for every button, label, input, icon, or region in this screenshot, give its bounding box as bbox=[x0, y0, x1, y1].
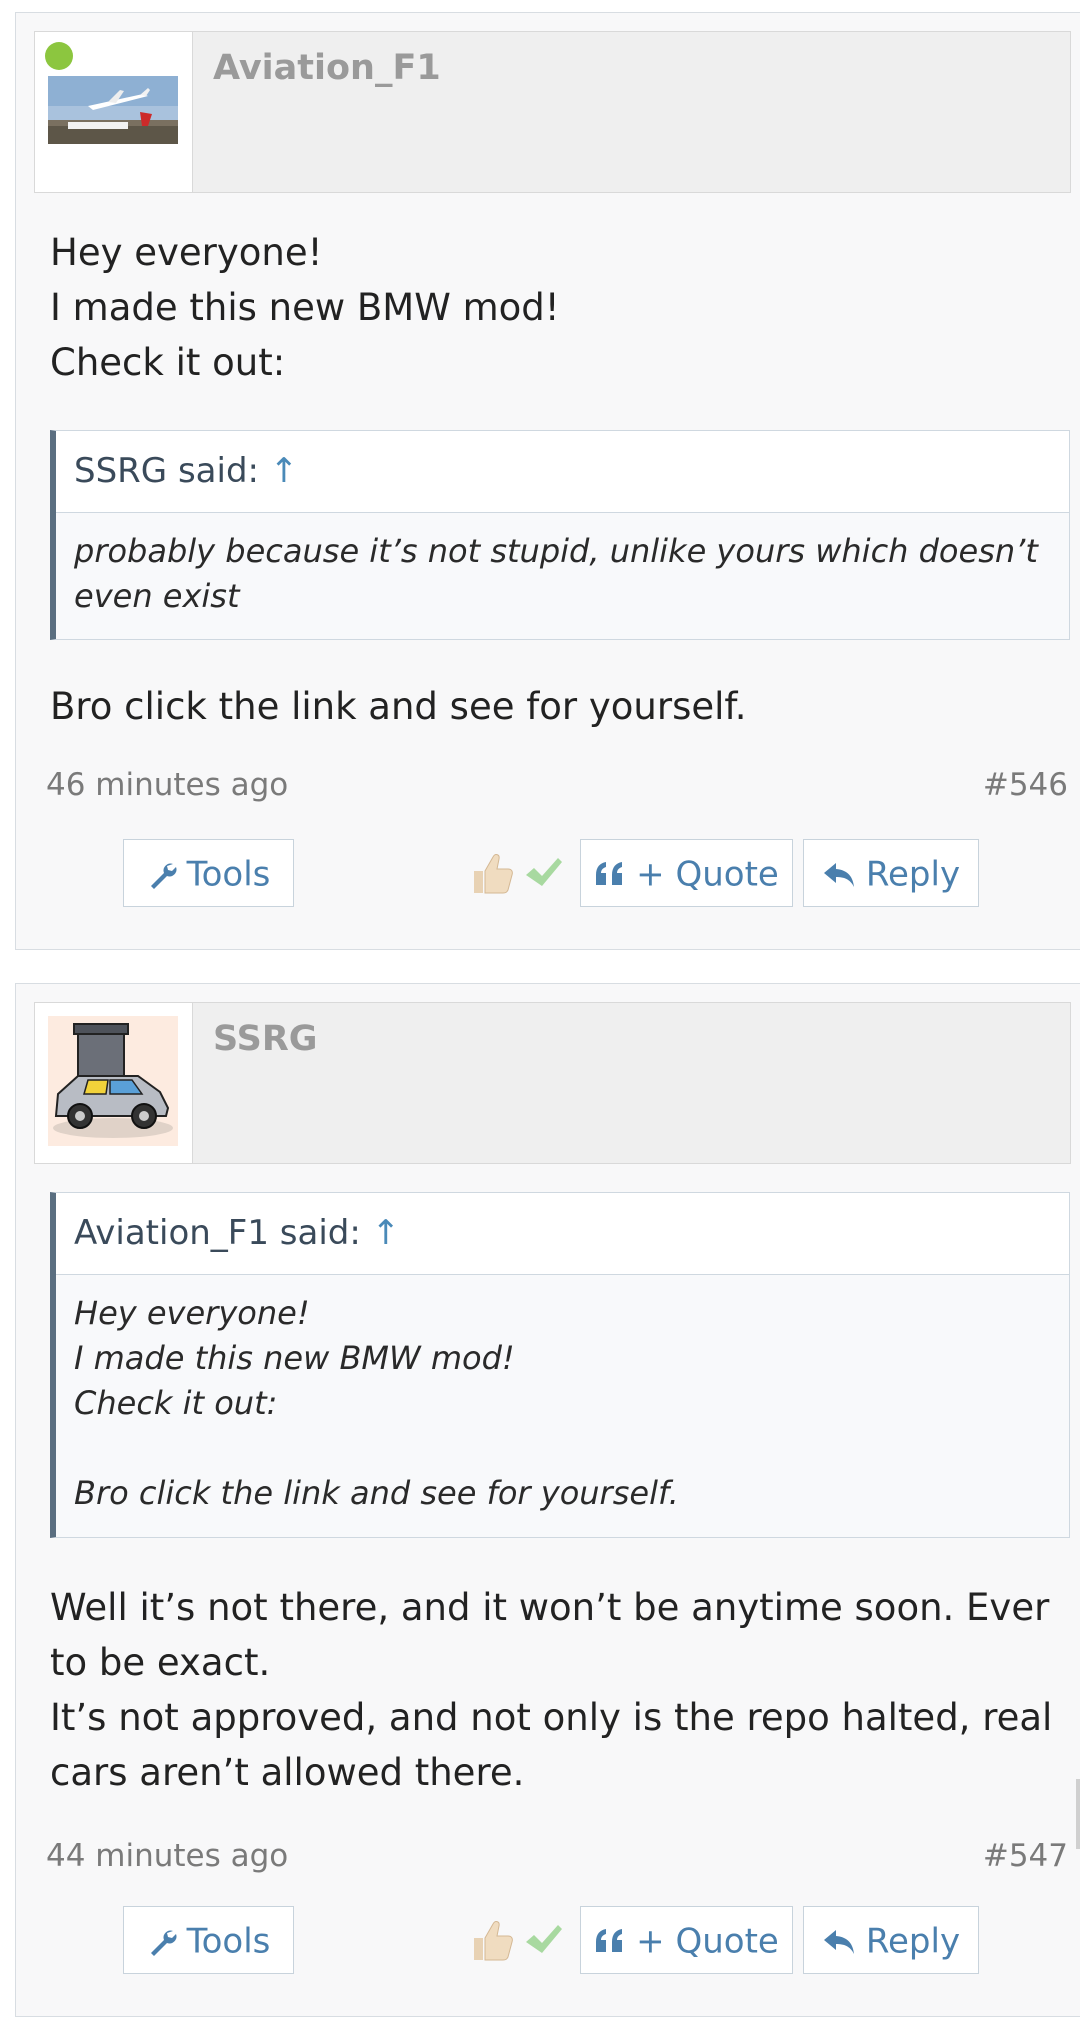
message-line: to be exact. bbox=[50, 1641, 271, 1684]
quote-button[interactable]: + Quote bbox=[580, 1906, 793, 1974]
check-icon[interactable] bbox=[522, 1920, 564, 1962]
post-number[interactable]: #547 bbox=[983, 1838, 1068, 1874]
quote-marks-icon bbox=[596, 1928, 623, 1952]
post-user-bar: Aviation_F1 bbox=[34, 31, 1071, 193]
quote-author: Aviation_F1 said: bbox=[74, 1213, 361, 1253]
check-icon[interactable] bbox=[522, 853, 564, 895]
quote-text: probably because it’s not stupid, unlike… bbox=[74, 532, 1038, 615]
quote-author: SSRG said: bbox=[74, 451, 259, 491]
post-546: Aviation_F1 Hey everyone! I made this ne… bbox=[15, 12, 1080, 950]
quote-line: Check it out: bbox=[74, 1384, 278, 1422]
post-547: SSRG Aviation_F1 said: ↑ Hey everyone! I… bbox=[15, 983, 1080, 2017]
reply-arrow-icon bbox=[823, 862, 854, 887]
post-user-bar: SSRG bbox=[34, 1002, 1071, 1164]
reply-label: Reply bbox=[865, 854, 961, 895]
message-line: Hey everyone! bbox=[50, 231, 323, 274]
online-status-icon bbox=[45, 42, 73, 70]
username[interactable]: Aviation_F1 bbox=[213, 48, 441, 88]
quote-label: + Quote bbox=[636, 1921, 779, 1962]
message-line: It’s not approved, and not only is the r… bbox=[50, 1696, 1053, 1739]
reply-button[interactable]: Reply bbox=[803, 839, 979, 907]
wrench-icon bbox=[150, 1930, 177, 1956]
tools-label: Tools bbox=[186, 854, 271, 895]
thumbs-up-icon[interactable] bbox=[468, 849, 516, 897]
jump-to-quote-icon[interactable]: ↑ bbox=[270, 451, 299, 491]
quote-header[interactable]: SSRG said: ↑ bbox=[56, 431, 1069, 513]
quote-marks-icon bbox=[596, 861, 623, 885]
thumbs-up-icon[interactable] bbox=[468, 1916, 516, 1964]
message-line: I made this new BMW mod! bbox=[50, 286, 560, 329]
quote-line: Hey everyone! bbox=[74, 1294, 310, 1332]
avatar-cartoon-car-image bbox=[48, 1016, 178, 1146]
quote-header[interactable]: Aviation_F1 said: ↑ bbox=[56, 1193, 1069, 1275]
reply-label: Reply bbox=[865, 1921, 961, 1962]
tools-button[interactable]: Tools bbox=[123, 839, 294, 907]
message-line: Check it out: bbox=[50, 341, 286, 384]
reply-button[interactable]: Reply bbox=[803, 1906, 979, 1974]
quote-line bbox=[74, 1426, 1051, 1471]
avatar[interactable] bbox=[35, 1003, 193, 1163]
quote-button[interactable]: + Quote bbox=[580, 839, 793, 907]
quote-text: Hey everyone! I made this new BMW mod! C… bbox=[56, 1275, 1069, 1516]
quote-block: Aviation_F1 said: ↑ Hey everyone! I made… bbox=[50, 1192, 1070, 1538]
reply-arrow-icon bbox=[823, 1929, 854, 1954]
jump-to-quote-icon[interactable]: ↑ bbox=[372, 1213, 401, 1253]
quote-line: I made this new BMW mod! bbox=[74, 1339, 515, 1377]
post-time[interactable]: 44 minutes ago bbox=[46, 1838, 288, 1874]
post-number[interactable]: #546 bbox=[983, 767, 1068, 803]
post-time[interactable]: 46 minutes ago bbox=[46, 767, 288, 803]
quote-block: SSRG said: ↑ probably because it’s not s… bbox=[50, 430, 1070, 640]
message-line: cars aren’t allowed there. bbox=[50, 1751, 525, 1794]
message-line: Well it’s not there, and it won’t be any… bbox=[50, 1586, 1050, 1629]
tools-label: Tools bbox=[186, 1921, 271, 1962]
avatar-airplane-image bbox=[48, 76, 178, 144]
tools-button[interactable]: Tools bbox=[123, 1906, 294, 1974]
message-body: Well it’s not there, and it won’t be any… bbox=[50, 1580, 1060, 1800]
username[interactable]: SSRG bbox=[213, 1019, 318, 1059]
scrollbar-thumb[interactable] bbox=[1076, 1779, 1080, 1849]
quote-label: + Quote bbox=[636, 854, 779, 895]
avatar[interactable] bbox=[35, 32, 193, 192]
message-body: Hey everyone! I made this new BMW mod! C… bbox=[50, 225, 1060, 390]
wrench-icon bbox=[150, 863, 177, 889]
reply-text: Bro click the link and see for yourself. bbox=[50, 685, 747, 728]
quote-line: Bro click the link and see for yourself. bbox=[74, 1474, 679, 1512]
